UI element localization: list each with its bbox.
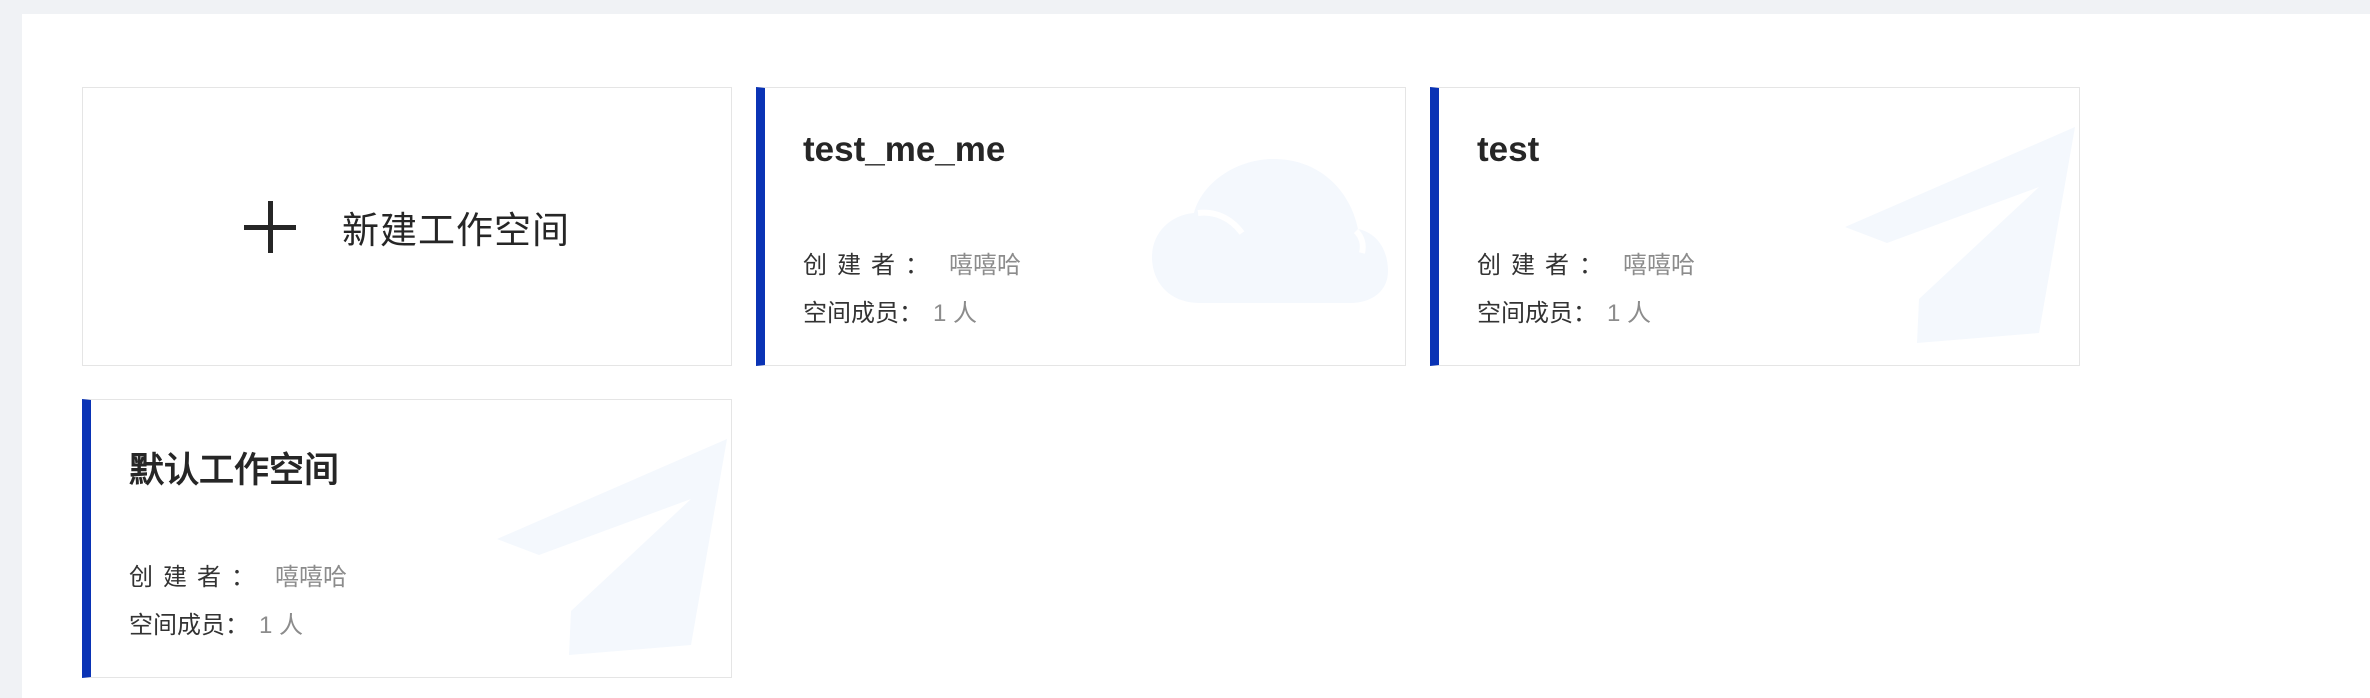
members-row: 空间成员： 1 人 — [1477, 293, 1651, 328]
plus-icon — [244, 200, 296, 253]
new-workspace-label: 新建工作空间 — [342, 209, 570, 251]
workspace-card-test[interactable]: test 创建者： 嘻嘻哈 空间成员： 1 人 — [1430, 87, 2080, 366]
paper-plane-icon — [1845, 127, 2075, 343]
workspace-card-default[interactable]: 默认工作空间 创建者： 嘻嘻哈 空间成员： 1 人 — [82, 399, 732, 678]
creator-value: 嘻嘻哈 — [949, 252, 1021, 279]
members-value: 1 人 — [259, 612, 304, 639]
members-value: 1 人 — [1607, 300, 1652, 327]
workspace-list: 新建工作空间 test_me_me 创建者： 嘻嘻哈 空间成员： 1 人 test … — [22, 14, 2370, 698]
creator-label: 创建者： — [129, 564, 265, 591]
workspace-title: test_me_me — [803, 130, 1006, 169]
paper-plane-icon — [497, 439, 727, 655]
members-value: 1 人 — [933, 300, 978, 327]
creator-row: 创建者： 嘻嘻哈 — [1477, 245, 1695, 280]
creator-row: 创建者： 嘻嘻哈 — [129, 557, 347, 592]
members-label: 空间成员： — [803, 300, 923, 327]
members-label: 空间成员： — [1477, 300, 1597, 327]
creator-row: 创建者： 嘻嘻哈 — [803, 245, 1021, 280]
cloud-icon — [1152, 159, 1388, 303]
new-workspace-card[interactable]: 新建工作空间 — [82, 87, 732, 366]
workspace-title: 默认工作空间 — [129, 451, 340, 490]
creator-label: 创建者： — [1477, 252, 1613, 279]
members-row: 空间成员： 1 人 — [129, 605, 303, 640]
workspace-title: test — [1477, 130, 1540, 169]
members-label: 空间成员： — [129, 612, 249, 639]
members-row: 空间成员： 1 人 — [803, 293, 977, 328]
creator-label: 创建者： — [803, 252, 939, 279]
workspace-card-test-me-me[interactable]: test_me_me 创建者： 嘻嘻哈 空间成员： 1 人 — [756, 87, 1406, 366]
creator-value: 嘻嘻哈 — [1623, 252, 1695, 279]
creator-value: 嘻嘻哈 — [275, 564, 347, 591]
